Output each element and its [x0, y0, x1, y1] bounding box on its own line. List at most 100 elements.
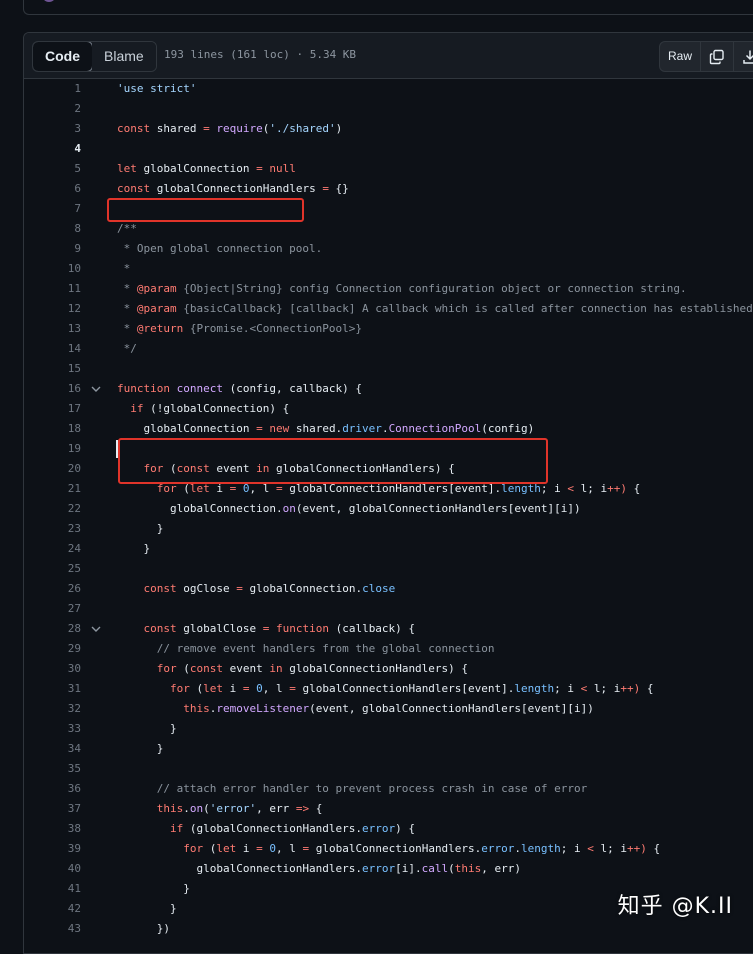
code-line: 33 }	[24, 719, 753, 739]
line-number[interactable]: 8	[24, 219, 81, 239]
line-number[interactable]: 12	[24, 299, 81, 319]
copy-button[interactable]	[701, 42, 735, 71]
code-line: 14 */	[24, 339, 753, 359]
file-header: Code Blame 193 lines (161 loc) · 5.34 KB…	[24, 33, 753, 79]
line-number[interactable]: 1	[24, 79, 81, 99]
code-line: 8 /**	[24, 219, 753, 239]
code-text: let globalConnection = null	[117, 162, 296, 175]
line-number[interactable]: 32	[24, 699, 81, 719]
code-text: globalConnection.on(event, globalConnect…	[117, 502, 581, 515]
line-number[interactable]: 33	[24, 719, 81, 739]
line-number[interactable]: 13	[24, 319, 81, 339]
code-line: 24 }	[24, 539, 753, 559]
line-number[interactable]: 3	[24, 119, 81, 139]
code-line: 38 if (globalConnectionHandlers.error) {	[24, 819, 753, 839]
line-number[interactable]: 4	[24, 139, 81, 159]
code-line: 26 const ogClose = globalConnection.clos…	[24, 579, 753, 599]
line-number[interactable]: 24	[24, 539, 81, 559]
line-number[interactable]: 5	[24, 159, 81, 179]
code-text: for (const event in globalConnectionHand…	[156, 662, 469, 675]
code-line: 36 // attach error handler to prevent pr…	[24, 779, 753, 799]
chevron-down-icon[interactable]	[90, 379, 102, 399]
code-line: 12 * @param {basicCallback} [callback] A…	[24, 299, 753, 319]
line-number[interactable]: 14	[24, 339, 81, 359]
line-number[interactable]: 17	[24, 399, 81, 419]
raw-button[interactable]: Raw	[660, 42, 702, 71]
file-info: 193 lines (161 loc) · 5.34 KB	[164, 48, 357, 61]
line-number[interactable]: 42	[24, 899, 81, 919]
previous-panel-edge	[23, 0, 753, 15]
line-number[interactable]: 11	[24, 279, 81, 299]
code-line: 31 for (let i = 0, l = globalConnectionH…	[24, 679, 753, 699]
line-number[interactable]: 39	[24, 839, 81, 859]
code-line: 34 }	[24, 739, 753, 759]
code-area[interactable]: 1 'use strict' 2 3 const shared = require('.…	[24, 79, 753, 939]
code-text: }	[117, 882, 190, 895]
line-number[interactable]: 30	[24, 659, 81, 679]
blame-tab[interactable]: Blame	[92, 42, 156, 71]
code-line: 21 for (let i = 0, l = globalConnectionH…	[24, 479, 753, 499]
line-number[interactable]: 29	[24, 639, 81, 659]
code-line: 39 for (let i = 0, l = globalConnectionH…	[24, 839, 753, 859]
line-number[interactable]: 6	[24, 179, 81, 199]
line-number[interactable]: 10	[24, 259, 81, 279]
line-number[interactable]: 2	[24, 99, 81, 119]
line-number[interactable]: 43	[24, 919, 81, 939]
code-line: 4	[24, 139, 753, 159]
code-text: * @return {Promise.<ConnectionPool>}	[117, 322, 363, 335]
code-line: 18 globalConnection = new shared.driver.…	[24, 419, 753, 439]
download-button[interactable]	[734, 42, 753, 71]
code-line: 43 })	[24, 919, 753, 939]
line-number[interactable]: 20	[24, 459, 81, 479]
code-line: 35	[24, 759, 753, 779]
code-text: for (let i = 0, l = globalConnectionHand…	[169, 682, 654, 695]
code-text: }	[117, 522, 164, 535]
file-actions: Raw	[659, 41, 753, 72]
line-number[interactable]: 40	[24, 859, 81, 879]
code-line: 22 globalConnection.on(event, globalConn…	[24, 499, 753, 519]
line-number[interactable]: 26	[24, 579, 81, 599]
code-text: * @param {Object|String} config Connecti…	[117, 282, 687, 295]
code-text: // remove event handlers from the global…	[117, 642, 495, 655]
avatar	[42, 0, 56, 2]
code-line: 30 for (const event in globalConnectionH…	[24, 659, 753, 679]
code-tab[interactable]: Code	[32, 42, 93, 71]
line-number[interactable]: 18	[24, 419, 81, 439]
line-number[interactable]: 25	[24, 559, 81, 579]
line-number[interactable]: 36	[24, 779, 81, 799]
line-number[interactable]: 34	[24, 739, 81, 759]
line-number[interactable]: 21	[24, 479, 81, 499]
line-number[interactable]: 35	[24, 759, 81, 779]
line-number[interactable]: 16	[24, 379, 81, 399]
view-mode-toggle: Code Blame	[32, 41, 157, 72]
code-text: *	[117, 262, 131, 275]
code-text: globalConnection = new shared.driver.Con…	[117, 422, 535, 435]
line-number[interactable]: 28	[24, 619, 81, 639]
line-number[interactable]: 23	[24, 519, 81, 539]
code-text: if (globalConnectionHandlers.error) {	[169, 822, 416, 835]
code-text: function connect (config, callback) {	[117, 382, 363, 395]
line-number[interactable]: 15	[24, 359, 81, 379]
line-number[interactable]: 38	[24, 819, 81, 839]
line-number[interactable]: 22	[24, 499, 81, 519]
text-cursor	[116, 440, 118, 458]
download-icon	[743, 50, 753, 64]
chevron-down-icon[interactable]	[90, 619, 102, 639]
code-text: if (!globalConnection) {	[130, 402, 290, 415]
code-line: 29 // remove event handlers from the glo…	[24, 639, 753, 659]
watermark: 知乎 @K.II	[617, 894, 733, 919]
code-text: // attach error handler to prevent proce…	[117, 782, 588, 795]
line-number[interactable]: 31	[24, 679, 81, 699]
code-text: }	[117, 902, 177, 915]
code-text: }	[117, 742, 164, 755]
line-number[interactable]: 27	[24, 599, 81, 619]
line-number[interactable]: 37	[24, 799, 81, 819]
line-number[interactable]: 19	[24, 439, 81, 459]
code-line: 9 * Open global connection pool.	[24, 239, 753, 259]
code-text: })	[117, 922, 170, 935]
line-number[interactable]: 41	[24, 879, 81, 899]
line-number[interactable]: 9	[24, 239, 81, 259]
code-text: const globalConnectionHandlers = {}	[117, 182, 349, 195]
code-text: const shared = require('./shared')	[117, 122, 343, 135]
line-number[interactable]: 7	[24, 199, 81, 219]
